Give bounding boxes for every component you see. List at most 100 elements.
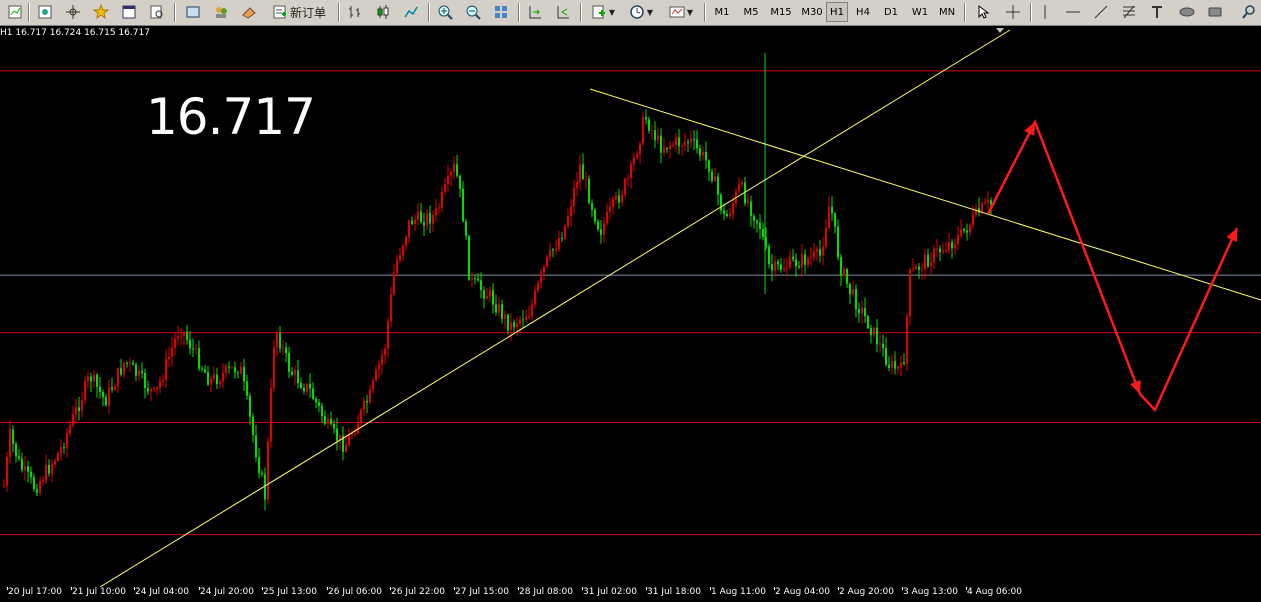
candle-body <box>123 362 125 375</box>
bar-chart-icon[interactable] <box>344 2 366 22</box>
time-axis-label: 2 Aug 04:00 <box>775 587 830 597</box>
candle-body <box>45 464 47 481</box>
fibonacci-icon[interactable] <box>1118 2 1140 22</box>
candle-body <box>705 152 707 161</box>
candle-body <box>936 248 938 250</box>
candle-body <box>336 428 338 441</box>
candle-body <box>390 294 392 322</box>
candle-body <box>747 201 749 204</box>
time-axis-label: 24 Jul 20:00 <box>200 587 254 597</box>
vertical-line-icon[interactable] <box>1034 2 1056 22</box>
fullscreen-icon[interactable] <box>182 2 204 22</box>
timeframe-m1[interactable]: M1 <box>710 2 734 22</box>
candle-body <box>165 359 167 381</box>
candle-body <box>651 130 653 132</box>
trendline-icon[interactable] <box>1090 2 1112 22</box>
eraser-icon[interactable] <box>238 2 260 22</box>
time-axis-label: 26 Jul 22:00 <box>391 587 445 597</box>
candle-body <box>762 228 764 238</box>
candle-body <box>879 343 881 345</box>
autoscroll-icon[interactable] <box>552 2 574 22</box>
candle-body <box>717 176 719 195</box>
candle-body <box>576 182 578 188</box>
favorites-star-icon[interactable] <box>90 2 112 22</box>
candle-body <box>687 141 689 143</box>
candle-body <box>12 429 14 444</box>
timeframe-mn[interactable]: MN <box>934 2 960 22</box>
candle-body <box>918 266 920 270</box>
candle-body <box>774 261 776 271</box>
horizontal-line-icon[interactable] <box>1062 2 1084 22</box>
templates-button[interactable]: ▼ <box>664 2 698 22</box>
candle-body <box>867 316 869 329</box>
candle-body <box>696 139 698 149</box>
terminal-icon[interactable] <box>118 2 140 22</box>
line-chart-icon[interactable] <box>400 2 422 22</box>
candle <box>267 436 269 504</box>
candle <box>867 314 869 330</box>
time-axis-label: 21 Jul 10:00 <box>72 587 126 597</box>
timeframe-m5[interactable]: M5 <box>738 2 764 22</box>
candle-body <box>591 202 593 210</box>
candle-body <box>285 347 287 353</box>
candle-body <box>987 200 989 203</box>
candle-body <box>243 366 245 382</box>
candle-body <box>378 364 380 370</box>
candle-body <box>942 250 944 253</box>
candlestick-icon[interactable] <box>372 2 394 22</box>
timeframe-w1[interactable]: W1 <box>908 2 932 22</box>
indicators-button[interactable]: ▼ <box>586 2 620 22</box>
candle-body <box>600 229 602 235</box>
tile-windows-icon[interactable] <box>490 2 512 22</box>
chart-shift-icon[interactable] <box>524 2 546 22</box>
candle-body <box>297 370 299 384</box>
candle-body <box>408 220 410 238</box>
candle-body <box>798 266 800 268</box>
rectangle-icon[interactable] <box>1204 2 1226 22</box>
timeframe-d1[interactable]: D1 <box>879 2 903 22</box>
timeframe-h1[interactable]: H1 <box>826 2 848 22</box>
crosshair-icon[interactable] <box>1002 2 1024 22</box>
time-axis-label: 26 Jul 06:00 <box>328 587 382 597</box>
ellipse-icon[interactable] <box>1176 2 1198 22</box>
candle-body <box>183 332 185 336</box>
search-icon[interactable] <box>1238 2 1260 22</box>
candle-body <box>690 138 692 143</box>
timeframe-h4[interactable]: H4 <box>851 2 875 22</box>
candle-body <box>903 362 905 364</box>
candle-body <box>222 373 224 382</box>
candle-body <box>333 424 335 429</box>
candle-body <box>258 457 260 474</box>
timeframe-m15[interactable]: M15 <box>766 2 796 22</box>
people-icon[interactable] <box>210 2 232 22</box>
timeframe-m30[interactable]: M30 <box>797 2 827 22</box>
candle-body <box>375 369 377 381</box>
candle-body <box>585 179 587 181</box>
candle-body <box>546 256 548 267</box>
candle-body <box>768 246 770 265</box>
candle-body <box>540 272 542 283</box>
candle-body <box>138 371 140 376</box>
zoom-in-icon[interactable] <box>434 2 456 22</box>
new-chart-icon[interactable] <box>4 2 26 22</box>
new-order-button[interactable]: 新订单 <box>268 2 330 22</box>
candle-body <box>42 480 44 482</box>
strategy-tester-icon[interactable] <box>146 2 168 22</box>
candle-body <box>483 290 485 299</box>
candle-body <box>468 235 470 280</box>
candle-body <box>891 361 893 368</box>
cursor-icon[interactable] <box>972 2 994 22</box>
candle-body <box>573 187 575 207</box>
market-watch-icon[interactable] <box>34 2 56 22</box>
candle-body <box>111 387 113 390</box>
navigator-icon[interactable] <box>62 2 84 22</box>
candle-body <box>720 194 722 211</box>
time-axis-label: 24 Jul 04:00 <box>135 587 189 597</box>
candle-body <box>69 425 71 434</box>
candle-body <box>675 137 677 145</box>
periods-button[interactable]: ▼ <box>624 2 658 22</box>
candle-body <box>816 249 818 252</box>
zoom-out-icon[interactable] <box>462 2 484 22</box>
text-tool-icon[interactable] <box>1146 2 1168 22</box>
time-axis-label: 4 Aug 06:00 <box>967 587 1022 597</box>
